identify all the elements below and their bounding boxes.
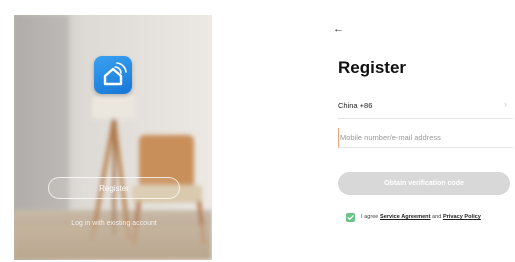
country-selector[interactable]: China +86 ›: [338, 99, 513, 119]
country-code-label: China +86: [338, 101, 373, 110]
welcome-screen: Register Log in with existing account: [14, 15, 212, 260]
obtain-verification-code-button[interactable]: Obtain verification code: [338, 172, 510, 195]
register-screen: ← Register China +86 › Obtain verificati…: [330, 15, 515, 260]
page-title: Register: [338, 58, 407, 77]
phone-email-input[interactable]: [338, 128, 513, 148]
login-existing-account-link[interactable]: Log in with existing account: [34, 220, 194, 227]
back-arrow-icon[interactable]: ←: [333, 23, 344, 35]
agree-prefix: I agree: [361, 214, 379, 220]
register-button[interactable]: Register: [48, 177, 180, 199]
privacy-policy-link[interactable]: Privacy Policy: [443, 214, 481, 220]
checkmark-icon: [347, 215, 354, 220]
agreement-text: I agree Service Agreement and Privacy Po…: [361, 214, 481, 220]
app-logo: [94, 56, 132, 94]
and-text: and: [432, 214, 442, 220]
home-wifi-icon: [103, 62, 127, 86]
chevron-right-icon: ›: [504, 99, 507, 109]
service-agreement-link[interactable]: Service Agreement: [380, 214, 430, 220]
agree-checkbox[interactable]: [346, 213, 355, 222]
